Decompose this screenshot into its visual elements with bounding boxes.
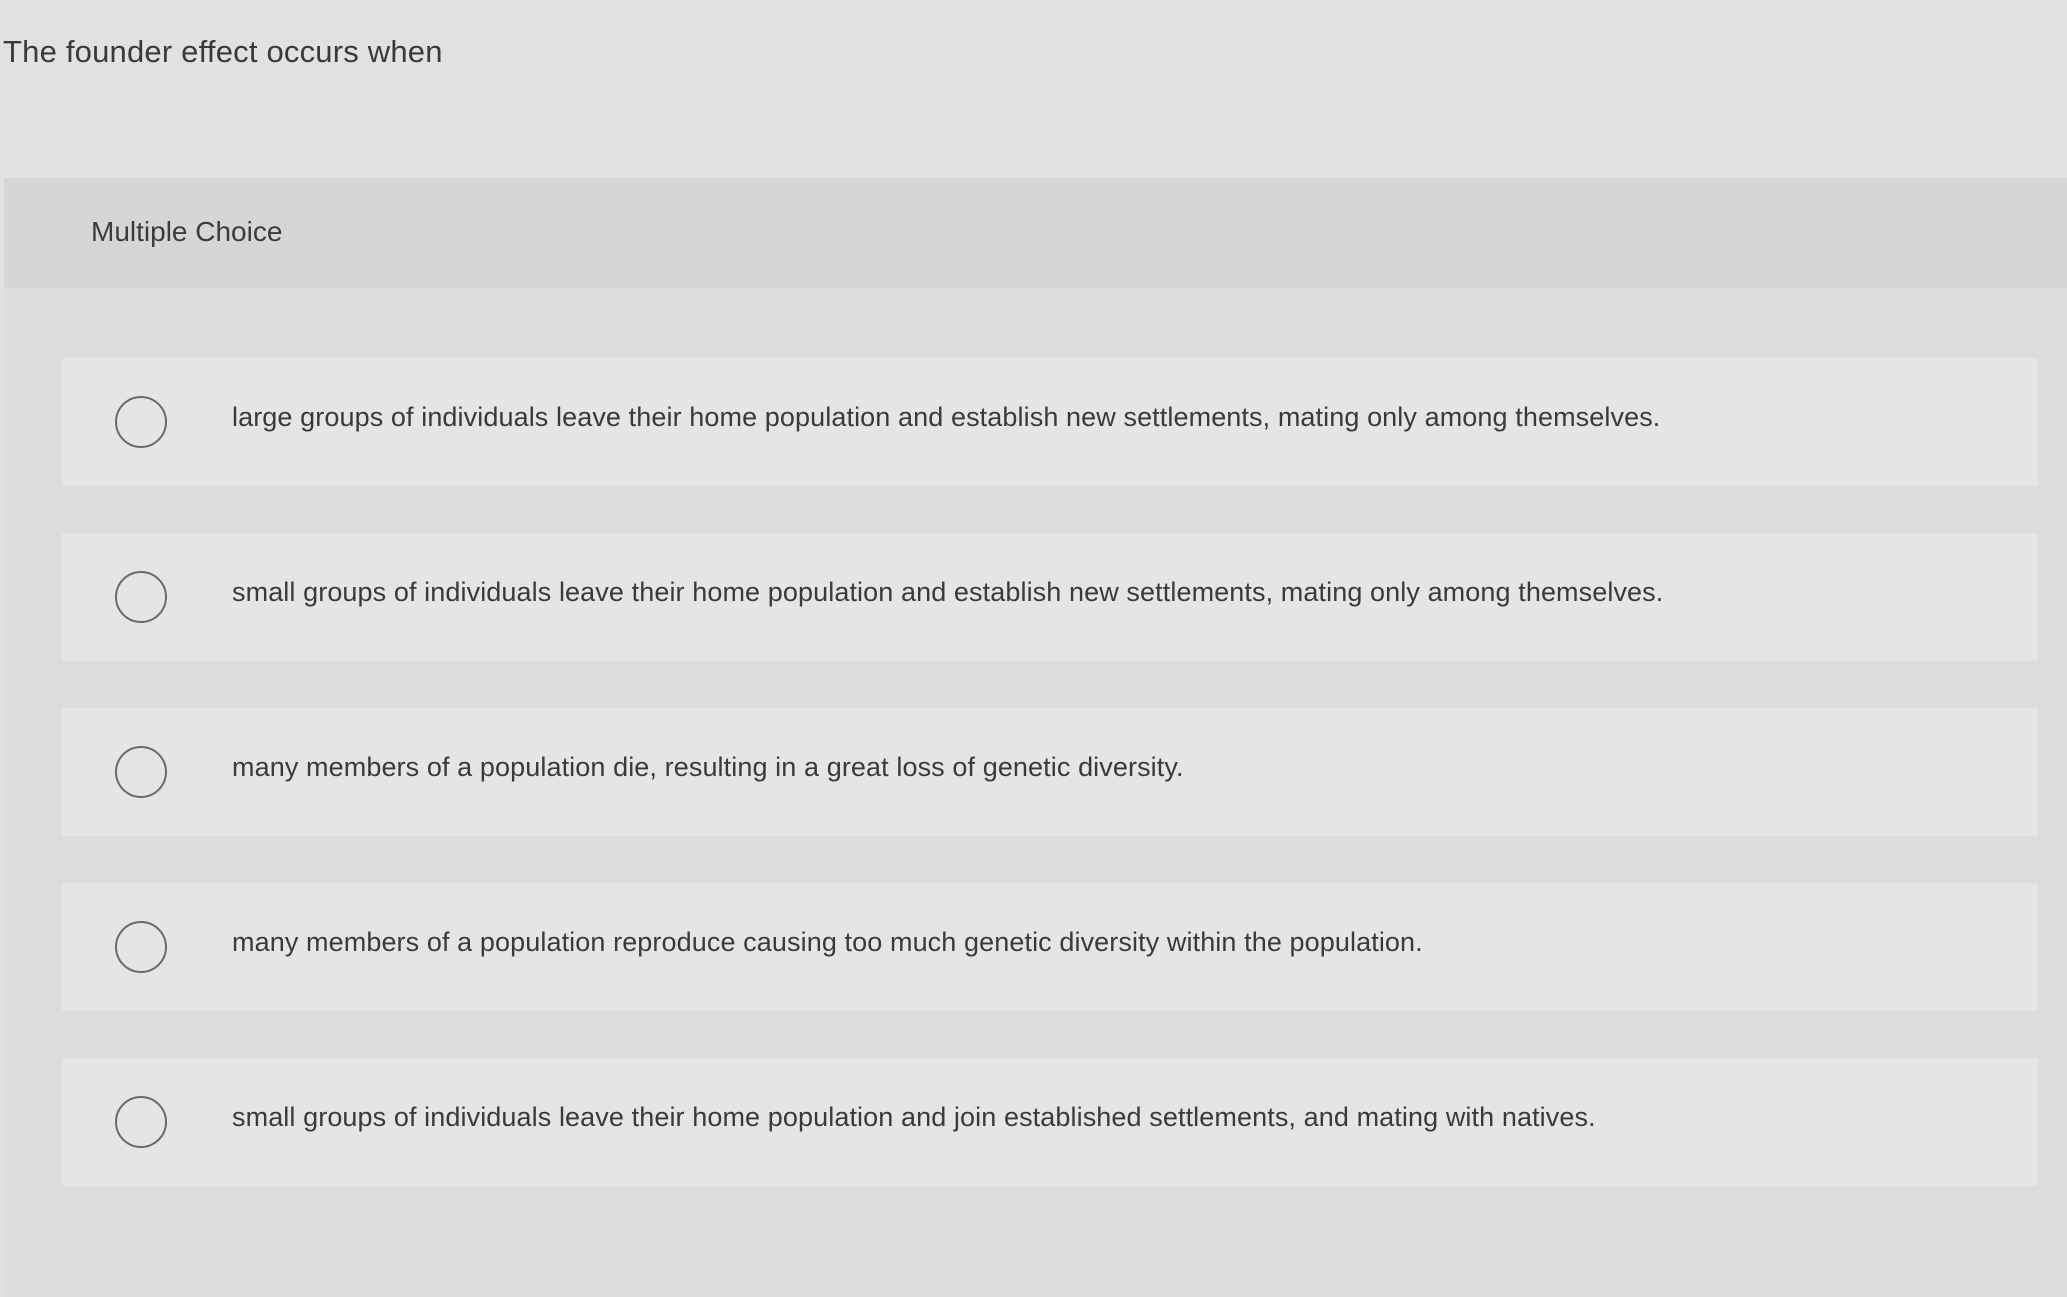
answer-option-3[interactable]: many members of a population die, result…	[62, 708, 2038, 836]
answer-option-text[interactable]: small groups of individuals leave their …	[232, 1102, 1596, 1133]
answer-option-text[interactable]: large groups of individuals leave their …	[232, 402, 1660, 433]
multiple-choice-header: Multiple Choice	[4, 178, 2067, 288]
answer-option-text[interactable]: small groups of individuals leave their …	[232, 577, 1663, 608]
radio-button-icon[interactable]	[115, 571, 167, 623]
answer-option-text[interactable]: many members of a population reproduce c…	[232, 927, 1423, 958]
radio-button-icon[interactable]	[115, 746, 167, 798]
answer-option-text[interactable]: many members of a population die, result…	[232, 752, 1184, 783]
radio-button-icon[interactable]	[115, 396, 167, 448]
answer-option-4[interactable]: many members of a population reproduce c…	[62, 883, 2038, 1011]
answer-option-1[interactable]: large groups of individuals leave their …	[62, 358, 2038, 486]
multiple-choice-panel: Multiple Choice large groups of individu…	[4, 178, 2067, 1297]
answer-option-2[interactable]: small groups of individuals leave their …	[62, 533, 2038, 661]
radio-button-icon[interactable]	[115, 1096, 167, 1148]
question-text: The founder effect occurs when	[3, 34, 443, 69]
radio-button-icon[interactable]	[115, 921, 167, 973]
answer-option-5[interactable]: small groups of individuals leave their …	[62, 1058, 2038, 1186]
multiple-choice-label: Multiple Choice	[91, 216, 283, 247]
